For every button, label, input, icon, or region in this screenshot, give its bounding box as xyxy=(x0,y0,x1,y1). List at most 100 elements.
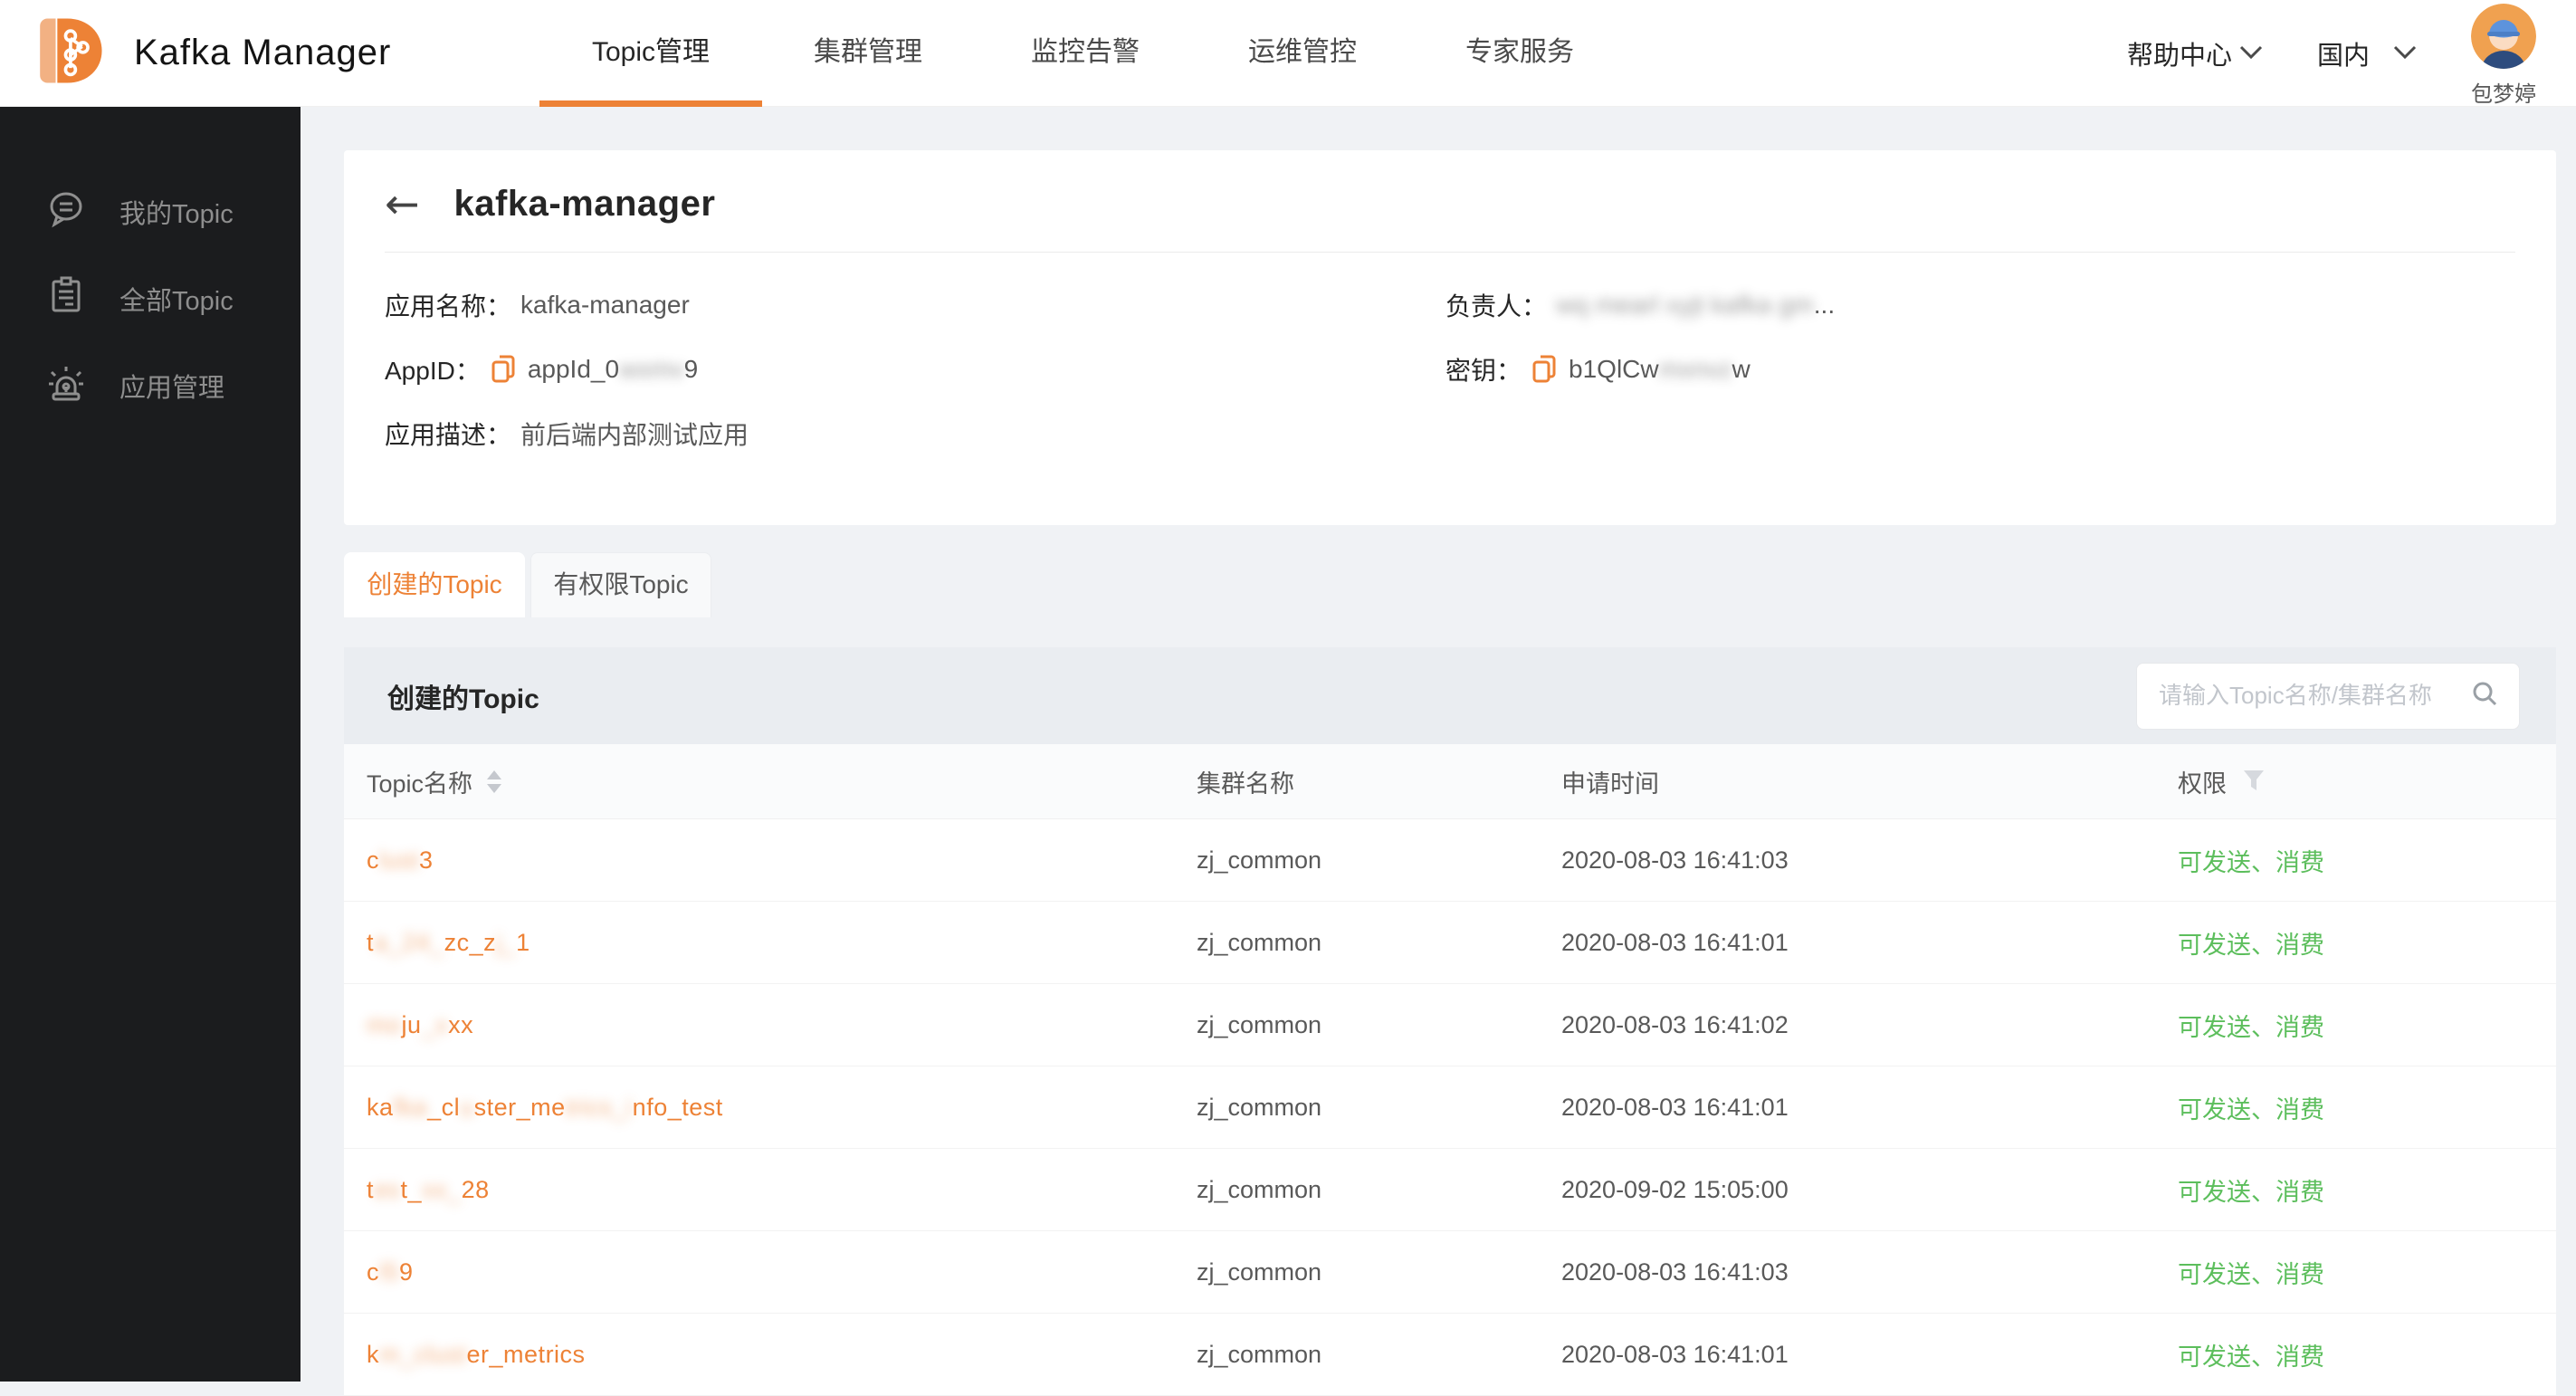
app-title: Kafka Manager xyxy=(134,33,392,72)
topic-name-link[interactable]: cl59 xyxy=(367,1258,1197,1286)
page-title: kafka-manager xyxy=(453,183,716,224)
detail-right-column: 负责人： wq mearl xyjt kafka gm... 密钥： b1QlC… xyxy=(1445,285,2515,478)
nav-item-label: 集群管理 xyxy=(814,36,922,67)
permission-cell: 可发送、消费 xyxy=(2178,1095,2324,1123)
nav-item[interactable]: Topic管理 xyxy=(542,0,759,107)
sidebar-item[interactable]: 应用管理 xyxy=(0,342,301,429)
applied-time-cell: 2020-08-03 16:41:03 xyxy=(1561,846,1789,874)
search-input[interactable] xyxy=(2157,681,2470,711)
owner-value: wq mearl xyjt kafka gm... xyxy=(1556,291,1836,319)
nav-item-label: 监控告警 xyxy=(1031,36,1140,67)
app-detail-fields: 应用名称： kafka-manager AppID： appId_0wxmv9 … xyxy=(344,253,2556,478)
applied-time-cell: 2020-08-03 16:41:01 xyxy=(1561,928,1789,956)
owner-row: 负责人： wq mearl xyjt kafka gm... xyxy=(1445,285,2515,325)
filter-icon[interactable] xyxy=(2243,770,2265,793)
app-name-value: kafka-manager xyxy=(520,291,690,319)
table-row: cl59 zj_common 2020-08-03 16:41:03 可发送、消… xyxy=(344,1231,2556,1314)
column-header-time: 申请时间 xyxy=(1561,764,2178,799)
table-header-row: Topic名称 集群名称 申请时间 权限 xyxy=(344,744,2556,819)
table-row: km_cluster_metrics zj_common 2020-08-03 … xyxy=(344,1314,2556,1396)
sidebar-item-label: 我的Topic xyxy=(119,200,234,229)
column-header-cluster: 集群名称 xyxy=(1197,764,1561,799)
sort-icon[interactable] xyxy=(487,770,502,793)
table-row: kafka_cluster_metrics_info_test zj_commo… xyxy=(344,1066,2556,1149)
region-label: 国内 xyxy=(2316,41,2370,71)
sidebar-item-icon xyxy=(45,274,87,323)
cluster-name-cell: zj_common xyxy=(1197,846,1322,874)
sidebar-item[interactable]: 全部Topic xyxy=(0,255,301,342)
kafka-manager-logo-icon xyxy=(33,10,107,96)
applied-time-cell: 2020-08-03 16:41:01 xyxy=(1561,1093,1789,1121)
topic-name-link[interactable]: kafka_cluster_metrics_info_test xyxy=(367,1094,1197,1122)
topic-name-link[interactable]: test_xx_28 xyxy=(367,1176,1197,1204)
top-bar-right: 帮助中心 国内 包梦婷 xyxy=(2127,0,2576,108)
permission-cell: 可发送、消费 xyxy=(2178,1013,2324,1041)
nav-item[interactable]: 集群管理 xyxy=(759,0,977,107)
copy-icon[interactable] xyxy=(490,354,517,385)
cluster-name-cell: zj_common xyxy=(1197,1257,1322,1286)
tab[interactable]: 有权限Topic xyxy=(530,552,711,617)
secret-label: 密钥： xyxy=(1445,357,1522,385)
app-desc-label: 应用描述： xyxy=(385,421,512,449)
cluster-name-cell: zj_common xyxy=(1197,1093,1322,1121)
secret-value: b1QlCwmxnvzw xyxy=(1569,355,1751,383)
permission-cell: 可发送、消费 xyxy=(2178,848,2324,876)
table-body: clust3 zj_common 2020-08-03 16:41:03 可发送… xyxy=(344,819,2556,1396)
topic-name-link[interactable]: moju_xxx xyxy=(367,1011,1197,1039)
sidebar-item[interactable]: 我的Topic xyxy=(0,168,301,255)
region-select[interactable]: 国内 xyxy=(2317,34,2417,72)
chevron-down-icon xyxy=(2393,38,2417,68)
sidebar-item-icon xyxy=(45,187,87,236)
applied-time-cell: 2020-08-03 16:41:02 xyxy=(1561,1010,1789,1038)
column-header-cluster-label: 集群名称 xyxy=(1197,770,1294,798)
section-header: 创建的Topic xyxy=(344,647,2556,744)
app-id-value: appId_0wxmv9 xyxy=(527,355,699,383)
sidebar: 我的Topic 全部Topic 应用管理 xyxy=(0,107,301,1382)
permission-cell: 可发送、消费 xyxy=(2178,931,2324,959)
avatar xyxy=(2471,4,2536,73)
tab[interactable]: 创建的Topic xyxy=(344,552,525,617)
topic-name-link[interactable]: clust3 xyxy=(367,846,1197,875)
owner-label: 负责人： xyxy=(1445,292,1548,320)
user-menu[interactable]: 包梦婷 xyxy=(2471,0,2536,108)
applied-time-cell: 2020-08-03 16:41:01 xyxy=(1561,1340,1789,1368)
applied-time-cell: 2020-08-03 16:41:03 xyxy=(1561,1257,1789,1286)
cluster-name-cell: zj_common xyxy=(1197,1010,1322,1038)
created-topic-section: 创建的Topic Topic名称 集群名称 申请时间 xyxy=(344,647,2556,1396)
column-header-permission: 权限 xyxy=(2178,764,2556,799)
sidebar-item-label: 应用管理 xyxy=(119,374,225,403)
permission-cell: 可发送、消费 xyxy=(2178,1260,2324,1288)
table-row: moju_xxx zj_common 2020-08-03 16:41:02 可… xyxy=(344,984,2556,1066)
app-name-label: 应用名称： xyxy=(385,292,512,320)
help-center-menu[interactable]: 帮助中心 xyxy=(2127,34,2263,72)
main-content: ← kafka-manager 应用名称： kafka-manager AppI… xyxy=(301,107,2576,1396)
app-id-row: AppID： appId_0wxmv9 xyxy=(385,349,1445,389)
permission-cell: 可发送、消费 xyxy=(2178,1343,2324,1371)
topic-name-link[interactable]: ta_24_zc_zj_1 xyxy=(367,929,1197,957)
topic-tabs: 创建的Topic 有权限Topic xyxy=(344,552,2576,617)
nav-item[interactable]: 专家服务 xyxy=(1411,0,1628,107)
app-desc-row: 应用描述： 前后端内部测试应用 xyxy=(385,414,1445,454)
permission-cell: 可发送、消费 xyxy=(2178,1178,2324,1206)
copy-icon[interactable] xyxy=(1531,354,1558,385)
column-header-topic-label: Topic名称 xyxy=(367,770,473,798)
table-row: test_xx_28 zj_common 2020-09-02 15:05:00… xyxy=(344,1149,2556,1231)
top-bar: Kafka Manager Topic管理 集群管理 监控告警 运维管控 专家服… xyxy=(0,0,2576,107)
nav-item[interactable]: 运维管控 xyxy=(1194,0,1411,107)
cluster-name-cell: zj_common xyxy=(1197,928,1322,956)
help-center-label: 帮助中心 xyxy=(2126,41,2232,71)
sidebar-item-icon xyxy=(45,361,87,410)
nav-item[interactable]: 监控告警 xyxy=(977,0,1194,107)
tab-label: 创建的Topic xyxy=(367,570,502,598)
cluster-name-cell: zj_common xyxy=(1197,1175,1322,1203)
brand: Kafka Manager xyxy=(0,10,421,96)
app-desc-value: 前后端内部测试应用 xyxy=(520,421,749,449)
secret-row: 密钥： b1QlCwmxnvzw xyxy=(1445,349,2515,389)
search-icon[interactable] xyxy=(2470,679,2499,712)
topic-name-link[interactable]: km_cluster_metrics xyxy=(367,1341,1197,1369)
column-header-time-label: 申请时间 xyxy=(1561,770,1659,798)
main-nav: Topic管理 集群管理 监控告警 运维管控 专家服务 xyxy=(542,0,1628,107)
applied-time-cell: 2020-09-02 15:05:00 xyxy=(1561,1175,1789,1203)
back-arrow-icon[interactable]: ← xyxy=(385,183,420,225)
nav-item-label: Topic管理 xyxy=(591,36,711,67)
